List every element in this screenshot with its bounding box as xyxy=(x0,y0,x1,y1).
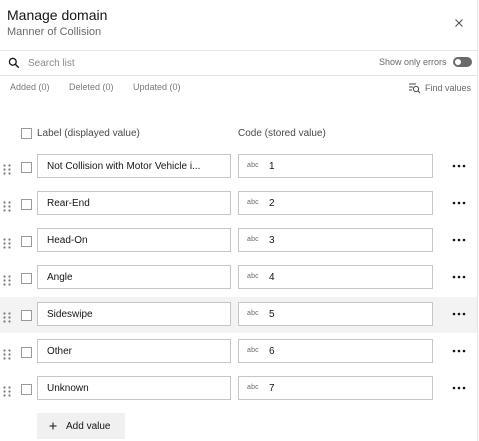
more-options-icon xyxy=(452,386,466,390)
panel-header: Manage domain Manner of Collision xyxy=(0,0,477,51)
find-values-button[interactable]: Find values xyxy=(408,82,471,94)
add-value-button[interactable]: Add value xyxy=(37,413,125,439)
add-value-label: Add value xyxy=(66,420,111,432)
drag-handle-icon[interactable] xyxy=(3,162,11,175)
list-item: Not Collision with Motor Vehicle i... abc… xyxy=(0,149,477,185)
show-only-errors-toggle[interactable] xyxy=(453,57,472,67)
row-checkbox[interactable] xyxy=(21,384,32,395)
label-column-header: Label (displayed value) xyxy=(37,128,140,139)
search-bar: Show only errors xyxy=(0,51,477,76)
more-options-button[interactable] xyxy=(451,271,467,283)
more-options-icon xyxy=(452,312,466,316)
string-type-badge: abc xyxy=(247,199,259,206)
toggle-knob xyxy=(455,59,461,65)
string-type-badge: abc xyxy=(247,236,259,243)
code-input[interactable]: abc 2 xyxy=(238,191,433,215)
change-filters: Added (0) Deleted (0) Updated (0) Find v… xyxy=(0,76,477,100)
label-input[interactable]: Other xyxy=(37,339,231,363)
drag-handle-icon[interactable] xyxy=(3,347,11,360)
row-checkbox[interactable] xyxy=(21,347,32,358)
more-options-button[interactable] xyxy=(451,308,467,320)
code-value: 3 xyxy=(269,235,275,246)
code-input[interactable]: abc 7 xyxy=(238,376,433,400)
column-header: Label (displayed value) Code (stored val… xyxy=(0,122,477,144)
code-input[interactable]: abc 4 xyxy=(238,265,433,289)
label-input[interactable]: Angle xyxy=(37,265,231,289)
more-options-button[interactable] xyxy=(451,160,467,172)
string-type-badge: abc xyxy=(247,347,259,354)
more-options-icon xyxy=(452,349,466,353)
show-only-errors-label: Show only errors xyxy=(379,57,447,67)
filter-updated[interactable]: Updated (0) xyxy=(133,82,181,92)
list-item: Other abc 6 xyxy=(0,334,477,370)
panel-divider xyxy=(477,0,478,441)
manage-domain-panel: Manage domain Manner of Collision Show o… xyxy=(0,0,479,441)
list-item: Head-On abc 3 xyxy=(0,223,477,259)
close-icon xyxy=(455,19,463,27)
code-value: 5 xyxy=(269,309,275,320)
drag-handle-icon[interactable] xyxy=(3,310,11,323)
search-input[interactable] xyxy=(28,54,328,72)
more-options-button[interactable] xyxy=(451,234,467,246)
code-input[interactable]: abc 1 xyxy=(238,154,433,178)
label-input[interactable]: Unknown xyxy=(37,376,231,400)
list-item: Angle abc 4 xyxy=(0,260,477,296)
code-value: 6 xyxy=(269,346,275,357)
label-input[interactable]: Not Collision with Motor Vehicle i... xyxy=(37,154,231,178)
row-checkbox[interactable] xyxy=(21,199,32,210)
label-input[interactable]: Rear-End xyxy=(37,191,231,215)
page-title: Manage domain xyxy=(7,7,108,23)
plus-icon xyxy=(49,422,57,430)
row-checkbox[interactable] xyxy=(21,273,32,284)
string-type-badge: abc xyxy=(247,162,259,169)
row-checkbox[interactable] xyxy=(21,236,32,247)
code-value: 1 xyxy=(269,161,275,172)
more-options-icon xyxy=(452,201,466,205)
label-input[interactable]: Head-On xyxy=(37,228,231,252)
code-value: 4 xyxy=(269,272,275,283)
more-options-button[interactable] xyxy=(451,382,467,394)
code-input[interactable]: abc 3 xyxy=(238,228,433,252)
list-item: Unknown abc 7 xyxy=(0,371,477,407)
list-item: Rear-End abc 2 xyxy=(0,186,477,222)
code-column-header: Code (stored value) xyxy=(238,128,326,139)
drag-handle-icon[interactable] xyxy=(3,236,11,249)
search-icon xyxy=(8,57,20,69)
string-type-badge: abc xyxy=(247,384,259,391)
code-input[interactable]: abc 5 xyxy=(238,302,433,326)
code-value: 7 xyxy=(269,383,275,394)
code-value: 2 xyxy=(269,198,275,209)
select-all-checkbox[interactable] xyxy=(21,128,32,139)
find-values-icon xyxy=(409,83,421,94)
more-options-icon xyxy=(452,238,466,242)
row-checkbox[interactable] xyxy=(21,310,32,321)
row-checkbox[interactable] xyxy=(21,162,32,173)
label-input[interactable]: Sideswipe xyxy=(37,302,231,326)
more-options-icon xyxy=(452,164,466,168)
close-button[interactable] xyxy=(451,15,467,31)
drag-handle-icon[interactable] xyxy=(3,199,11,212)
more-options-button[interactable] xyxy=(451,345,467,357)
list-item: Sideswipe abc 5 xyxy=(0,297,477,333)
more-options-button[interactable] xyxy=(451,197,467,209)
filter-added[interactable]: Added (0) xyxy=(10,82,50,92)
string-type-badge: abc xyxy=(247,273,259,280)
filter-deleted[interactable]: Deleted (0) xyxy=(69,82,114,92)
more-options-icon xyxy=(452,275,466,279)
string-type-badge: abc xyxy=(247,310,259,317)
find-values-label: Find values xyxy=(425,83,472,93)
domain-name: Manner of Collision xyxy=(7,26,102,38)
drag-handle-icon[interactable] xyxy=(3,384,11,397)
code-input[interactable]: abc 6 xyxy=(238,339,433,363)
drag-handle-icon[interactable] xyxy=(3,273,11,286)
